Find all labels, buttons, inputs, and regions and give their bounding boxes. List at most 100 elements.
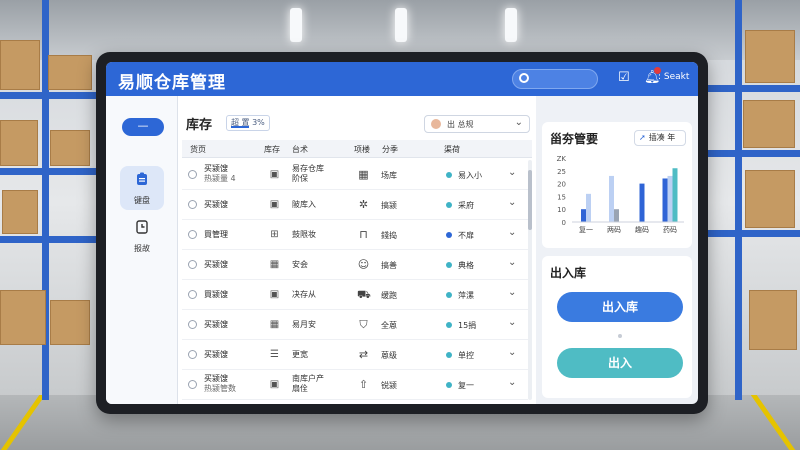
search-icon <box>519 73 529 83</box>
share-icon[interactable]: ☑ <box>618 70 630 85</box>
swap-icon: ⇄ <box>358 348 369 361</box>
item-category: 搞善 <box>381 261 397 270</box>
chevron-down-icon[interactable]: ⌄ <box>508 257 516 268</box>
ceiling-light <box>395 8 407 42</box>
table-row[interactable]: 买颍馊 ☰ 更宽 ⇄ 蒽级 单控 ⌄ <box>182 340 528 370</box>
io-title: 出入库 <box>550 266 587 280</box>
status-dot <box>446 322 452 328</box>
row-select-radio[interactable] <box>188 380 197 389</box>
row-select-radio[interactable] <box>188 320 197 329</box>
column-header[interactable]: 货页 <box>190 144 206 155</box>
sidebar-item-label: 键盘 <box>134 196 150 205</box>
status-badge: 单控 <box>458 351 474 360</box>
clock-icon <box>136 220 148 234</box>
chevron-down-icon[interactable]: ⌄ <box>508 347 516 358</box>
dropdown-value: 出 总规 <box>447 120 474 129</box>
column-header[interactable]: 渠荷 <box>444 144 460 155</box>
chevron-down-icon[interactable]: ⌄ <box>508 197 516 208</box>
stats-title: 甾夯管要 <box>550 132 599 146</box>
row-select-radio[interactable] <box>188 260 197 269</box>
item-spec: 南库户产 扇佺 <box>292 374 324 393</box>
y-tick-label: 0 <box>562 219 566 227</box>
row-select-radio[interactable] <box>188 290 197 299</box>
stock-in-button[interactable]: 出入库 <box>557 292 683 322</box>
stock-out-button[interactable]: 出入 <box>557 348 683 378</box>
warehouse-dropdown[interactable]: 出 总规 ⌄ <box>424 115 530 133</box>
status-dot <box>446 172 452 178</box>
status-badge: 萍漯 <box>458 291 474 300</box>
x-tick-label: 药码 <box>663 225 677 234</box>
io-card: 出入库 出入库 出入 <box>542 256 692 398</box>
filter-button[interactable]: ➚ 插凑 年 <box>634 130 686 146</box>
bar[interactable] <box>586 193 591 222</box>
item-category: 场库 <box>381 171 397 180</box>
bar[interactable] <box>581 209 586 222</box>
menu-button[interactable]: — <box>122 118 164 136</box>
status-badge: 易入小 <box>458 171 482 180</box>
table-row[interactable]: 买颍馊 热颍管数 ▣ 南库户产 扇佺 ⇧ 锐颍 复一 ⌄ <box>182 370 528 400</box>
item-category: 全蒽 <box>381 321 397 330</box>
box-icon: ▣ <box>269 289 280 300</box>
sidebar-item-report[interactable]: 报故 <box>120 214 164 258</box>
chevron-down-icon[interactable]: ⌄ <box>508 317 516 328</box>
item-spec: 安会 <box>292 260 308 269</box>
scrollbar[interactable] <box>528 160 532 400</box>
bar[interactable] <box>662 178 668 222</box>
search-input[interactable] <box>512 69 598 89</box>
chevron-down-icon: ⌄ <box>514 117 523 128</box>
bar[interactable] <box>614 209 619 222</box>
table-row[interactable]: 买颍馊 ▣ 陂库入 ✲ 搞颍 采府 ⌄ <box>182 190 528 220</box>
chevron-down-icon[interactable]: ⌄ <box>508 167 516 178</box>
chevron-down-icon[interactable]: ⌄ <box>508 287 516 298</box>
table-row[interactable]: 买颍馊 热颍量 4 ▣ 易存仓库 阶保 ▦ 场库 易入小 ⌄ <box>182 160 528 190</box>
status-dot <box>446 262 452 268</box>
status-dot <box>446 382 452 388</box>
status-badge: 复一 <box>458 381 474 390</box>
table-row[interactable]: 買颍馊 ▣ 决存从 ⛟ 缓跑 萍漯 ⌄ <box>182 280 528 310</box>
bar[interactable] <box>639 183 645 222</box>
item-spec: 易月安 <box>292 320 316 329</box>
table-row[interactable]: 买颍馊 ▦ 安会 ☺ 搞善 典格 ⌄ <box>182 250 528 280</box>
column-header[interactable]: 库存 <box>264 144 280 155</box>
item-name: 买颍馊 <box>204 350 228 359</box>
status-dot <box>446 202 452 208</box>
row-select-radio[interactable] <box>188 200 197 209</box>
row-select-radio[interactable] <box>188 350 197 359</box>
shelf-left <box>0 0 100 400</box>
x-tick-label: 趣码 <box>635 225 649 234</box>
x-tick-label: 两码 <box>607 226 621 234</box>
item-category: 缓跑 <box>381 291 397 300</box>
tab-filter[interactable]: 超 置 3% <box>226 115 270 131</box>
chevron-down-icon[interactable]: ⌄ <box>508 227 516 238</box>
app-screen: 易顺仓库管理 ☑ 🔔︎ : Seakt — 键盘 报故 库存 超 置 3% 出 … <box>106 62 698 404</box>
status-dot <box>446 352 452 358</box>
status-badge: 15捐 <box>458 321 477 330</box>
bar[interactable] <box>667 175 673 222</box>
row-select-radio[interactable] <box>188 230 197 239</box>
chevron-down-icon[interactable]: ⌄ <box>508 377 516 388</box>
top-bar: 易顺仓库管理 ☑ 🔔︎ : Seakt <box>106 62 698 96</box>
row-select-radio[interactable] <box>188 170 197 179</box>
grid-icon: ▦ <box>269 319 280 330</box>
column-header[interactable]: 项楼 <box>354 144 370 155</box>
bar[interactable] <box>672 168 678 222</box>
table-row[interactable]: 買管理 ⊞ 鼓限妆 ⊓ 錢捣 不扉 ⌄ <box>182 220 528 250</box>
filter-label: 插凑 年 <box>648 133 676 142</box>
user-label[interactable]: : Seakt <box>658 72 689 82</box>
grid-icon: ▦ <box>269 259 280 270</box>
sidebar-item-keyboard[interactable]: 键盘 <box>120 166 164 210</box>
sidebar-item-label: 报故 <box>134 244 150 253</box>
bar[interactable] <box>609 175 614 222</box>
scroll-thumb[interactable] <box>528 170 532 230</box>
y-tick-label: ZK <box>557 155 567 163</box>
table-row[interactable]: 买颍馊 ▣ 热余 ▦ 工苦 陪源 ⌄ <box>182 400 528 404</box>
item-name: 买颍馊 <box>204 200 228 209</box>
column-header[interactable]: 台术 <box>292 144 308 155</box>
table-row[interactable]: 买颍馊 ▦ 易月安 ⛉ 全蒽 15捐 ⌄ <box>182 310 528 340</box>
avatar <box>431 119 441 129</box>
y-tick-label: 25 <box>557 168 566 176</box>
box-icon: ▣ <box>269 199 280 210</box>
door-icon: ⊓ <box>359 228 368 241</box>
column-header[interactable]: 分季 <box>382 144 398 155</box>
status-dot <box>446 292 452 298</box>
